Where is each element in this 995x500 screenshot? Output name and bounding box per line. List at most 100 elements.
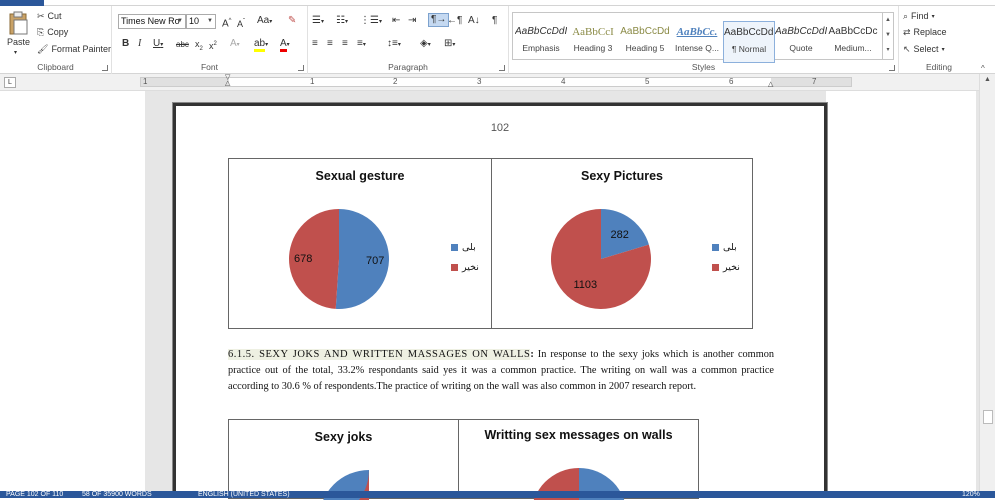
numbering-icon[interactable]: ☷▾ — [336, 15, 348, 28]
borders-icon[interactable]: ⊞▾ — [444, 38, 455, 51]
page-indicator[interactable]: PAGE 102 OF 110 — [6, 491, 63, 498]
style-preview: AaBbCcDdI — [775, 26, 827, 37]
style-intense-quote[interactable]: AaBbCc. Intense Q... — [671, 21, 723, 63]
paragraph-launcher-icon[interactable] — [499, 65, 505, 71]
replace-icon: ⇄ — [903, 27, 911, 37]
clipboard-launcher-icon[interactable] — [102, 65, 108, 71]
font-color-icon[interactable]: A▾ — [280, 38, 290, 52]
styles-group-label: Styles — [691, 62, 716, 72]
scissors-icon: ✂ — [37, 11, 45, 21]
subscript-icon[interactable]: x2 — [195, 38, 203, 55]
sort-icon[interactable]: A↓ — [468, 15, 480, 27]
font-group: Times New Ro ▼ 10 ▼ A^ Aˇ Aa▾ ✎ B I U▾ abc… — [112, 6, 308, 74]
justify-icon[interactable]: ≡▾ — [357, 38, 366, 51]
word-count[interactable]: 58 OF 35900 WORDS — [82, 491, 152, 498]
italic-icon[interactable]: I — [138, 38, 141, 50]
styles-scroll[interactable]: ▲ ▼ ▾ — [882, 13, 893, 59]
find-button[interactable]: ⌕ Find ▾ — [903, 11, 935, 21]
legend-swatch — [712, 263, 719, 271]
tab-selector[interactable]: L — [4, 77, 16, 88]
grow-font-icon[interactable]: A^ — [222, 15, 232, 30]
align-center-icon[interactable]: ≡ — [327, 38, 333, 50]
bullets-icon[interactable]: ☰▾ — [312, 15, 324, 28]
replace-label: Replace — [913, 27, 947, 37]
bold-icon[interactable]: B — [122, 38, 129, 50]
clear-formatting-icon[interactable]: ✎ — [288, 15, 296, 27]
paste-dropdown-icon[interactable]: ▾ — [14, 49, 17, 56]
highlight-color-icon[interactable]: ab▾ — [254, 38, 268, 52]
font-name-dropdown[interactable]: Times New Ro ▼ — [118, 14, 186, 29]
legend-item-no: نخير — [712, 257, 740, 277]
style-emphasis[interactable]: AaBbCcDdI Emphasis — [515, 21, 567, 63]
paragraph-group: ☰▾ ☷▾ ⋮☰▾ ⇤ ⇥ ¶→ ←¶ A↓ ¶ ≡ ≡ ≡ ≡▾ ↕≡▾ ◈▾… — [308, 6, 509, 74]
format-painter-button[interactable]: 🖌 Format Painter — [37, 44, 111, 54]
chart-writing-walls: Writting sex messages on walls — [458, 419, 699, 500]
document-page[interactable]: 102 Sexual gesture 707 678 بلی نخير Sexy… — [173, 103, 827, 500]
legend-item-no: نخير — [451, 257, 479, 277]
select-button[interactable]: ↖ Select ▾ — [903, 44, 945, 54]
scroll-down-icon[interactable]: ▼ — [883, 28, 893, 43]
paste-icon[interactable] — [6, 10, 30, 36]
more-styles-icon[interactable]: ▾ — [883, 43, 893, 58]
format-painter-label: Format Painter — [51, 44, 111, 54]
style-preview: AaBbCcDdI — [724, 27, 774, 38]
cut-button[interactable]: ✂ Cut — [37, 11, 62, 21]
chevron-down-icon: ▼ — [207, 18, 213, 24]
right-indent-marker-icon[interactable]: △ — [768, 80, 773, 88]
show-marks-icon[interactable]: ¶ — [492, 15, 497, 27]
rtl-text-icon[interactable]: ←¶ — [447, 15, 462, 27]
style-name: Heading 5 — [625, 43, 665, 53]
body-paragraph[interactable]: 6.1.5. SEXY JOKS AND WRITTEN MASSAGES ON… — [228, 347, 774, 395]
underline-icon[interactable]: U▾ — [153, 38, 163, 51]
font-launcher-icon[interactable] — [298, 65, 304, 71]
ruler-number: 1 — [310, 77, 315, 86]
align-right-icon[interactable]: ≡ — [342, 38, 348, 50]
style-quote[interactable]: AaBbCcDdI Quote — [775, 21, 827, 63]
replace-button[interactable]: ⇄ Replace — [903, 27, 947, 37]
style-heading-3[interactable]: AaBbCcI Heading 3 — [567, 21, 619, 63]
find-label: Find — [911, 11, 929, 21]
change-case-icon[interactable]: Aa▾ — [257, 15, 272, 28]
copy-button[interactable]: ⎘ Copy — [37, 27, 68, 37]
pie-svg: 707 678 — [289, 209, 390, 309]
decrease-indent-icon[interactable]: ⇤ — [392, 15, 400, 27]
paste-button[interactable]: Paste — [7, 37, 30, 47]
chart-legend: بلی نخير — [712, 237, 740, 277]
legend-item-yes: بلی — [451, 237, 479, 257]
legend-label: نخير — [723, 261, 740, 273]
style-name: Quote — [789, 43, 813, 53]
align-left-icon[interactable]: ≡ — [312, 38, 318, 50]
multilevel-list-icon[interactable]: ⋮☰▾ — [360, 15, 382, 28]
chart-title: Writting sex messages on walls — [484, 428, 673, 442]
increase-indent-icon[interactable]: ⇥ — [408, 15, 416, 27]
horizontal-ruler[interactable]: 1 1 2 3 4 5 6 7 ▽ △ △ — [140, 74, 852, 88]
section-heading: 6.1.5. SEXY JOKS AND WRITTEN MASSAGES ON… — [228, 349, 531, 360]
copy-icon: ⎘ — [37, 27, 45, 37]
styles-launcher-icon[interactable] — [889, 65, 895, 71]
font-size-dropdown[interactable]: 10 ▼ — [186, 14, 216, 29]
style-medium[interactable]: AaBbCcDc Medium... — [827, 21, 879, 63]
text-effects-icon[interactable]: A▾ — [230, 38, 240, 51]
vertical-scrollbar[interactable]: ▲ — [979, 74, 995, 491]
scroll-up-icon[interactable]: ▲ — [883, 13, 893, 28]
legend-swatch — [451, 243, 458, 251]
style-name: Emphasis — [522, 43, 560, 53]
legend-label: نخير — [462, 261, 479, 273]
style-heading-5[interactable]: AaBbCcDd Heading 5 — [619, 21, 671, 63]
indent-marker-icon[interactable]: ▽ △ — [225, 74, 230, 87]
superscript-icon[interactable]: x2 — [209, 38, 217, 52]
language-indicator[interactable]: ENGLISH (UNITED STATES) — [198, 491, 290, 498]
shrink-font-icon[interactable]: Aˇ — [237, 16, 245, 30]
scroll-thumb[interactable] — [983, 410, 993, 424]
scroll-up-icon[interactable]: ▲ — [984, 76, 991, 83]
strikethrough-icon[interactable]: abc — [176, 39, 189, 51]
zoom-level[interactable]: 120% — [962, 491, 980, 498]
style-name: Intense Q... — [675, 43, 719, 53]
left-gutter — [0, 91, 145, 491]
collapse-ribbon-icon[interactable]: ^ — [981, 64, 985, 73]
style-normal[interactable]: AaBbCcDdI ¶ Normal — [723, 21, 775, 63]
line-spacing-icon[interactable]: ↕≡▾ — [387, 38, 401, 51]
page-number: 102 — [490, 122, 510, 134]
style-name: Heading 3 — [573, 43, 613, 53]
shading-icon[interactable]: ◈▾ — [420, 38, 431, 51]
